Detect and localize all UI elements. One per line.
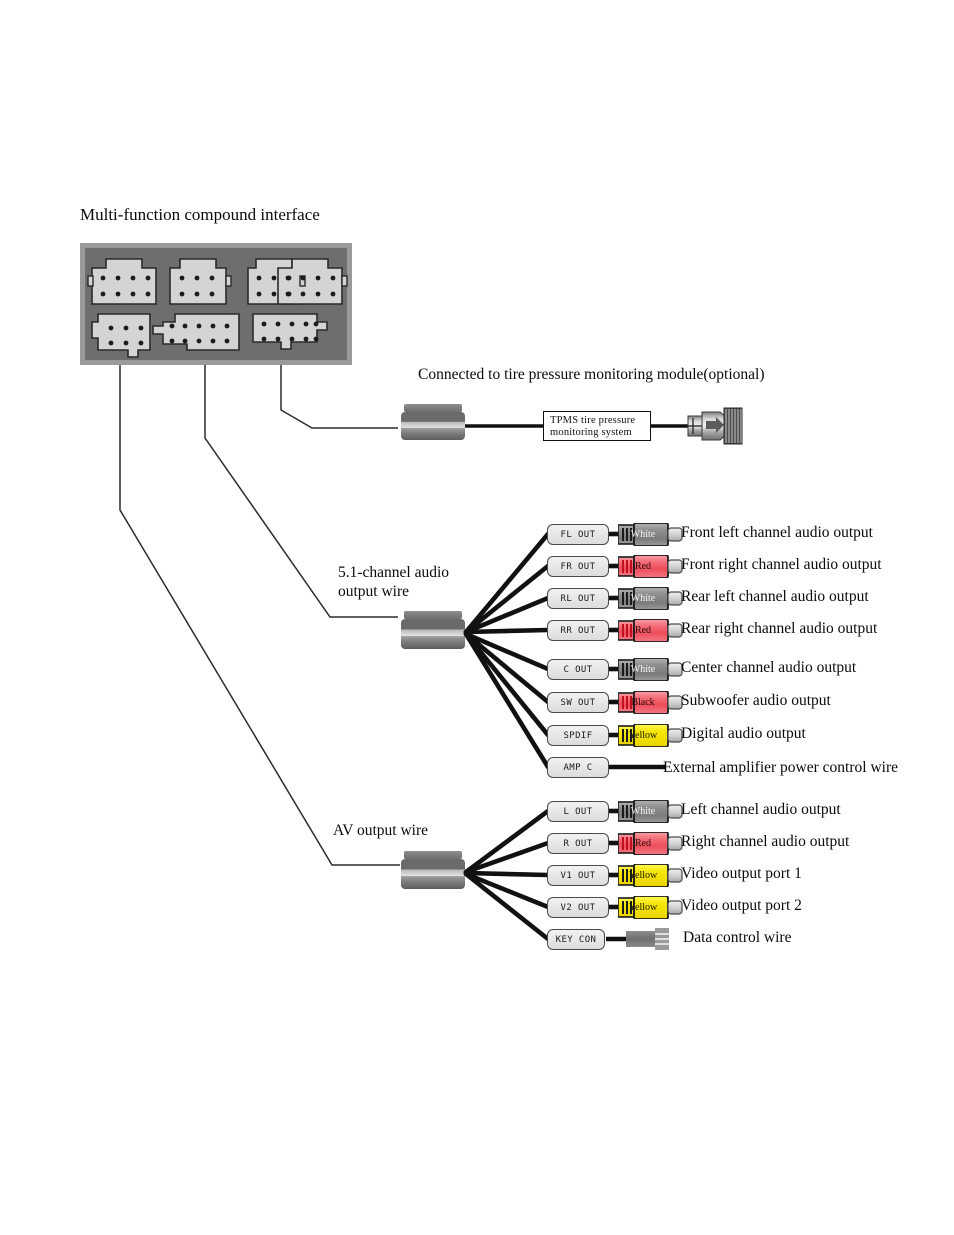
tpms-label-line1: TPMS tire pressure <box>550 415 636 426</box>
desc-l-out: Left channel audio output <box>681 801 841 818</box>
rca-plug-l-out: White <box>617 799 684 824</box>
desc-rl-out: Rear left channel audio output <box>681 588 869 605</box>
page-title: Multi-function compound interface <box>80 205 320 224</box>
desc-spdif: Digital audio output <box>681 725 806 742</box>
desc-r-out: Right channel audio output <box>681 833 850 850</box>
rca-plug-sw-out: Black <box>617 690 684 715</box>
tag-v1-out[interactable]: V1 OUT <box>547 865 609 886</box>
wiring-diagram: White Red White Red White Black Yellow W… <box>0 0 954 1235</box>
rca-plug-spdif: Yellow <box>617 723 684 748</box>
tag-sw-out[interactable]: SW OUT <box>547 692 609 713</box>
tpms-antenna-plug <box>687 407 743 445</box>
connector-block-graphic <box>80 243 352 365</box>
tag-fr-out[interactable]: FR OUT <box>547 556 609 577</box>
desc-key-con: Data control wire <box>683 929 792 946</box>
key-con-plug <box>626 928 669 950</box>
leader-lines <box>119 365 400 866</box>
harness-51-label-line1: 5.1-channel audio <box>338 564 450 581</box>
tag-l-out[interactable]: L OUT <box>547 801 609 822</box>
rca-plug-fl-out: White <box>617 522 684 547</box>
tag-c-out[interactable]: C OUT <box>547 659 609 680</box>
tag-key-con[interactable]: KEY CON <box>547 929 605 950</box>
tpms-section-title: Connected to tire pressure monitoring mo… <box>418 366 765 383</box>
desc-c-out: Center channel audio output <box>681 659 857 676</box>
tag-amp-c[interactable]: AMP C <box>547 757 609 778</box>
desc-amp-c: External amplifier power control wire <box>663 759 898 776</box>
harness-51-label-line2: output wire <box>338 583 410 600</box>
desc-v2-out: Video output port 2 <box>681 897 802 914</box>
rca-plug-r-out: Red <box>617 831 684 856</box>
tag-v2-out[interactable]: V2 OUT <box>547 897 609 918</box>
tag-rl-out[interactable]: RL OUT <box>547 588 609 609</box>
tag-rr-out[interactable]: RR OUT <box>547 620 609 641</box>
tpms-label-line2: monitoring system <box>550 426 632 438</box>
desc-fl-out: Front left channel audio output <box>681 524 873 541</box>
rca-plug-fr-out: Red <box>617 554 684 579</box>
desc-rr-out: Rear right channel audio output <box>681 620 878 637</box>
tpms-label-box: TPMS tire pressure monitoring system <box>543 411 651 441</box>
rca-plug-rr-out: Red <box>617 618 684 643</box>
tag-r-out[interactable]: R OUT <box>547 833 609 854</box>
desc-v1-out: Video output port 1 <box>681 865 802 882</box>
harness-51-label: 5.1-channel audio output wire <box>338 563 449 601</box>
rca-plug-v1-out: Yellow <box>617 863 684 888</box>
tag-fl-out[interactable]: FL OUT <box>547 524 609 545</box>
rca-plug-rl-out: White <box>617 586 684 611</box>
desc-fr-out: Front right channel audio output <box>681 556 882 573</box>
diagram-graphics <box>80 243 743 950</box>
tag-spdif[interactable]: SPDIF <box>547 725 609 746</box>
harness-av-label: AV output wire <box>333 822 429 839</box>
desc-sw-out: Subwoofer audio output <box>681 692 831 709</box>
rca-plug-v2-out: Yellow <box>617 895 684 920</box>
rca-plug-c-out: White <box>617 657 684 682</box>
